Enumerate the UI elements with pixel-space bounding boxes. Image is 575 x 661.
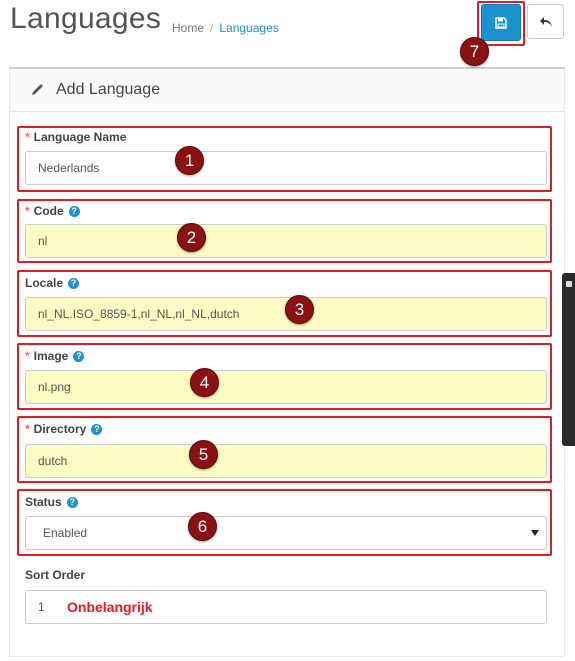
status-select[interactable]: Enabled [25,516,547,550]
breadcrumb-home-link[interactable]: Home [172,21,204,35]
directory-input[interactable] [25,444,547,478]
step-marker-6: 6 [188,512,217,541]
side-thumbnail [562,273,575,446]
back-button[interactable] [527,4,564,39]
locale-label: Locale? [25,276,80,290]
step-marker-5: 5 [189,440,218,469]
help-icon[interactable]: ? [68,277,80,289]
step-marker-1: 1 [175,146,204,175]
image-label: * Image? [25,349,85,363]
code-input[interactable] [25,224,547,258]
breadcrumb-languages-link[interactable]: Languages [219,21,278,35]
help-icon[interactable]: ? [68,205,80,217]
panel-title: Add Language [56,81,161,98]
annotation-unimportant: Onbelangrijk [67,599,153,615]
step-marker-4: 4 [190,368,219,397]
help-icon[interactable]: ? [66,496,78,508]
reply-arrow-icon [539,16,552,27]
pencil-icon [32,84,43,95]
sort-order-label: Sort Order [25,568,86,582]
floppy-disk-icon [495,16,507,29]
help-icon[interactable]: ? [73,350,85,362]
help-icon[interactable]: ? [91,423,103,435]
language-name-input[interactable] [25,151,547,185]
save-button[interactable] [481,4,521,41]
status-selected-value: Enabled [43,526,88,540]
step-marker-3: 3 [285,295,314,324]
code-label: * Code? [25,204,80,218]
breadcrumb: Home / Languages [172,21,279,35]
status-label: Status? [25,495,78,509]
page-title: Languages [10,2,162,35]
step-marker-7: 7 [460,37,489,66]
directory-label: * Directory? [25,422,103,436]
step-marker-2: 2 [177,223,206,252]
caret-down-icon [531,530,539,536]
language-name-label: * Language Name [25,130,127,144]
image-input[interactable] [25,370,547,404]
panel-heading: Add Language [10,69,564,112]
